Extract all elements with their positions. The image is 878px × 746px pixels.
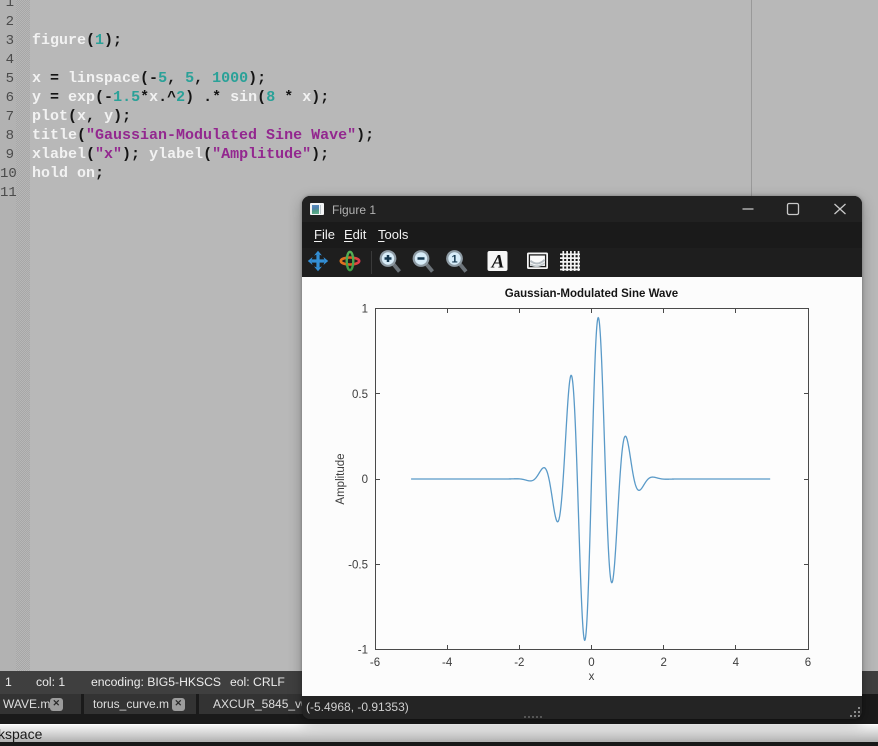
svg-text:0: 0	[588, 657, 594, 669]
svg-text:x: x	[589, 671, 595, 683]
svg-text:0: 0	[362, 474, 368, 486]
svg-text:0.5: 0.5	[352, 389, 368, 401]
svg-text:6: 6	[805, 657, 811, 669]
svg-text:-0.5: -0.5	[348, 559, 368, 571]
svg-text:-1: -1	[358, 645, 368, 657]
svg-text:-2: -2	[514, 657, 524, 669]
svg-text:-6: -6	[370, 657, 380, 669]
svg-text:A: A	[491, 252, 505, 273]
svg-text:-4: -4	[442, 657, 453, 669]
svg-text:Amplitude: Amplitude	[335, 453, 347, 504]
svg-text:2: 2	[660, 657, 666, 669]
svg-text:1: 1	[451, 254, 457, 266]
svg-text:1: 1	[362, 304, 368, 316]
svg-text:4: 4	[733, 657, 740, 669]
svg-text:Gaussian-Modulated Sine Wave: Gaussian-Modulated Sine Wave	[505, 288, 678, 300]
